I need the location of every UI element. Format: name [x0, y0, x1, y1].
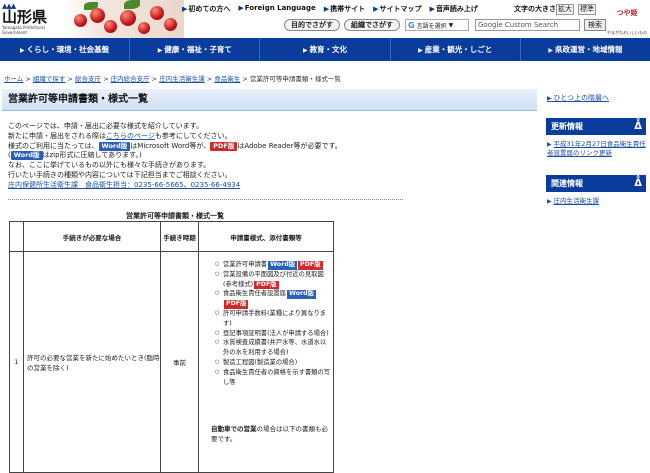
list-item: 登記事項証明書(法人が申請する場合) [215, 329, 332, 339]
parent-level-link[interactable]: ▶ ひとつ上の階層へ [547, 93, 609, 103]
news-heading: 更新情報 ᐂ [546, 118, 646, 135]
breadcrumb-home[interactable]: ホーム [4, 75, 23, 83]
main-nav: ▶ くらし・環境・社会基盤 ▶ 健康・福祉・子育て ▶ 教育・文化 ▶ 産業・観光・しご… [0, 38, 650, 61]
list-item: 製造工程図(製造業の場合) [215, 358, 332, 368]
intro-line-6: 行いたい手続きの種類や内容については下記担当までご相談ください。 [8, 170, 232, 179]
vehicle-note: 自動車での営業の場合は以下の書類も必要です。 [211, 425, 328, 443]
related-heading: 関連情報 ᐂ [546, 175, 646, 192]
cherry-icon: ᐂ [634, 121, 642, 132]
breadcrumb-food[interactable]: 食品衛生 [214, 75, 240, 83]
search-by-purpose-button[interactable]: 目的でさがす [284, 19, 340, 31]
divider [8, 199, 403, 200]
pdf-download-link[interactable]: PDF版 [224, 300, 249, 309]
row-timing: 事前 [160, 251, 199, 473]
pdf-download-link[interactable]: PDF版 [298, 261, 323, 270]
globe-icon: ▶ [238, 4, 244, 12]
list-item[interactable]: ▶ 平成31年2月27日食品衛生責任者設置届のリンク更新 [547, 140, 647, 158]
tsuyahime-subtitle: やまがたおいしいもの [607, 30, 647, 35]
pdf-badge: PDF版 [210, 141, 238, 151]
translate-select[interactable]: G 言語を選択 ▼ [405, 19, 469, 31]
row-documents: 営業許可申請書Word版PDF版 営業設備の平面図及び付近の見取図(参考様式)P… [198, 251, 334, 473]
table-header-row: 手続きが必要な場合 手続き時期 申請書様式、添付書類等 [9, 221, 334, 252]
breadcrumb-org[interactable]: 組織で探す [33, 75, 66, 83]
reference-page-link[interactable]: こちらのページ [106, 132, 155, 140]
arrow-right-icon: ▶ [418, 47, 423, 54]
table-row: 1 許可の必要な営業を新たに始めたいとき(臨時の営業を除く) 事前 営業許可申請… [9, 251, 334, 473]
page-title: 営業許可等申請書類・様式一覧 [2, 89, 537, 111]
arrow-right-icon: ▶ [429, 5, 435, 13]
standard-text-button[interactable]: 標準 [578, 4, 596, 15]
intro-line-3: 様式のご利用に当たっては、 Word版 はMicrosoft Word等が、 PDF版… [8, 141, 342, 151]
text-size-label: 文字の大きさ [514, 5, 556, 13]
arrow-right-icon: ▶ [157, 47, 163, 54]
tsuyahime-banner[interactable]: つや姫 やまがたおいしいもの [604, 2, 650, 36]
logo-text: 山形県 [2, 8, 48, 26]
related-list: ▶ 庄内生活衛生課 [547, 197, 647, 206]
nav-government[interactable]: ▶ 県政運営・地域情報 [521, 38, 650, 61]
arrow-right-icon: ▶ [302, 47, 308, 54]
mobile-site-link[interactable]: ▶携帯サイト [324, 4, 365, 14]
intro-line-1: このページでは、申請・届出に必要な様式を紹介しています。 [8, 122, 203, 130]
breadcrumb-sanitation[interactable]: 庄内生活衛生課 [159, 75, 205, 83]
site-logo[interactable]: ▲▲▲ 山形県 Yamagata Prefectural Government [2, 2, 62, 36]
search-by-org-button[interactable]: 組織でさがす [344, 19, 400, 31]
nav-health[interactable]: ▶ 健康・福祉・子育て [130, 38, 261, 61]
intro-text: このページでは、申請・届出に必要な様式を紹介しています。 新たに申請・届出をされ… [8, 122, 378, 191]
word-download-link[interactable]: Word版 [286, 290, 316, 299]
search-button[interactable]: 検索 [584, 19, 606, 31]
word-download-link[interactable]: Word版 [268, 261, 298, 270]
cherry-banner-image [64, 0, 184, 38]
cherry-icon: ᐂ [634, 178, 642, 189]
table-header-case: 手続きが必要な場合 [23, 221, 161, 252]
breadcrumb: ホーム > 組織で探す > 総合支庁 > 庄内総合支庁 > 庄内生活衛生課 > … [4, 75, 341, 83]
list-item: 営業許可申請書Word版PDF版 [215, 260, 332, 270]
read-aloud-link[interactable]: ▶音声読み上げ [430, 4, 478, 14]
intro-line-2: 新たに申請・届出をされる際はこちらのページも参考にしてください。 [8, 131, 232, 140]
list-item[interactable]: ▶ 庄内生活衛生課 [547, 197, 647, 206]
permit-forms-table: 手続きが必要な場合 手続き時期 申請書様式、添付書類等 1 許可の必要な営業を新… [9, 221, 334, 473]
list-item: 許可申請手数料(業種により異なります) [215, 309, 332, 329]
arrow-right-icon: ▶ [20, 47, 25, 54]
breadcrumb-shonai[interactable]: 庄内総合支庁 [111, 75, 150, 83]
table-header-documents: 申請書様式、添付書類等 [198, 221, 334, 252]
enlarge-text-button[interactable]: 拡大 [556, 4, 574, 15]
site-header: ▲▲▲ 山形県 Yamagata Prefectural Government … [0, 0, 650, 38]
first-time-link[interactable]: ▶初めての方へ [182, 4, 230, 14]
foreign-language-link[interactable]: ▶Foreign Language [238, 4, 315, 14]
google-icon: G [408, 20, 415, 30]
table-header-timing: 手続き時期 [160, 221, 199, 252]
breadcrumb-current: 営業許可等申請書類・様式一覧 [249, 75, 341, 83]
arrow-right-icon: ▶ [548, 47, 553, 54]
table-header-no [9, 221, 24, 252]
intro-line-4: (Word版 はzip形式に圧縮してあります。) [8, 151, 142, 161]
table-caption: 営業許可等申請書類・様式一覧 [126, 212, 224, 220]
news-list: ▶ 平成31年2月27日食品衛生責任者設置届のリンク更新 [547, 140, 647, 158]
arrow-right-icon: ▶ [182, 5, 188, 13]
utility-nav: ▶初めての方へ ▶Foreign Language ▶携帯サイト ▶サイトマップ… [182, 4, 478, 14]
arrow-right-icon: ▶ [323, 5, 330, 13]
row-case: 許可の必要な営業を新たに始めたいとき(臨時の営業を除く) [23, 251, 161, 473]
word-badge: Word版 [98, 141, 131, 151]
list-item: 水質検査成績書(井戸水等、水道水以外の水を利用する場合) [215, 338, 332, 358]
intro-line-5: なお、ここに挙げているもの以外にも様々な手続きがあります。 [8, 161, 211, 170]
contact-info: 庄内保健所生活衛生課 食品衛生担当：0235-66-5665、0235-66-4… [8, 180, 241, 189]
chevron-down-icon: ▼ [448, 21, 454, 29]
nav-living[interactable]: ▶ くらし・環境・社会基盤 [0, 38, 131, 61]
row-number: 1 [9, 251, 24, 473]
word-badge: Word版 [10, 151, 43, 161]
list-item: 食品衛生責任者の資格を示す書類の写し等 [215, 368, 332, 388]
nav-education[interactable]: ▶ 教育・文化 [260, 38, 391, 61]
list-item: 食品衛生責任者設置届Word版PDF版 [215, 289, 332, 309]
breadcrumb-branch[interactable]: 総合支庁 [75, 75, 101, 83]
pdf-download-link[interactable]: PDF版 [254, 280, 279, 290]
logo-subtitle: Yamagata Prefectural Government [2, 25, 45, 35]
tsuyahime-logo: つや姫 [616, 9, 638, 17]
sitemap-link[interactable]: ▶サイトマップ [373, 4, 421, 14]
arrow-right-icon: ▶ [373, 5, 379, 13]
document-list: 営業許可申請書Word版PDF版 営業設備の平面図及び付近の見取図(参考様式)P… [215, 260, 332, 388]
nav-industry[interactable]: ▶ 産業・観光・しごと [391, 38, 521, 61]
search-input[interactable]: Google Custom Search [475, 19, 580, 31]
list-item: 営業設備の平面図及び付近の見取図(参考様式)PDF版 [215, 270, 332, 290]
